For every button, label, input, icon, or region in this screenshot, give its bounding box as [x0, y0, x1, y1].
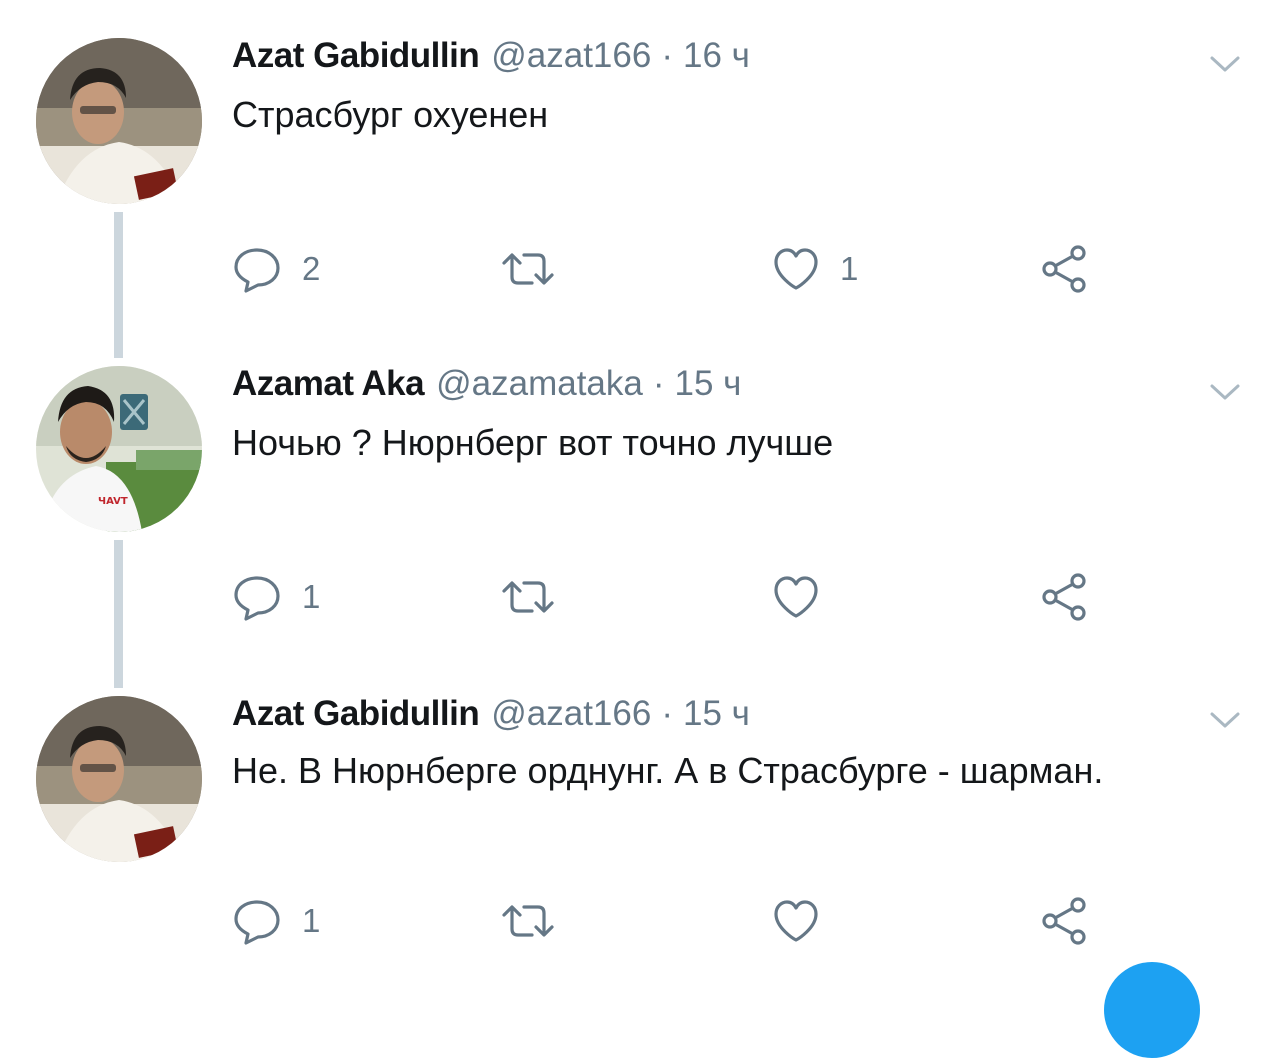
tweet-header: Azamat Aka @azamataka · 15 ч: [232, 362, 741, 406]
separator: ·: [652, 364, 665, 403]
share-icon: [1042, 897, 1086, 945]
heart-icon: [774, 248, 818, 290]
author-name[interactable]: Azat Gabidullin: [232, 692, 480, 736]
tweet[interactable]: Azat Gabidullin @azat166 · 16 ч Страсбур…: [0, 0, 1280, 358]
more-options-button[interactable]: [1208, 708, 1242, 732]
tweet-actions: 2 1: [232, 244, 1112, 294]
retweet-icon: [502, 581, 554, 613]
author-handle[interactable]: @azat166: [491, 34, 651, 78]
share-icon: [1042, 573, 1086, 621]
retweet-button[interactable]: [500, 244, 576, 294]
retweet-icon: [502, 253, 554, 285]
share-button[interactable]: [1040, 572, 1090, 622]
separator: ·: [661, 36, 673, 75]
reply-count: 1: [302, 578, 321, 615]
retweet-button[interactable]: [500, 896, 576, 946]
avatar[interactable]: ЧAVT: [36, 366, 202, 532]
chevron-down-icon: [1210, 384, 1240, 400]
tweet-actions: 1: [232, 572, 1112, 622]
svg-text:ЧAVT: ЧAVT: [98, 496, 128, 507]
thread-connector: [114, 540, 123, 688]
thread-connector: [114, 212, 123, 358]
retweet-icon: [502, 905, 554, 937]
like-button[interactable]: 1: [772, 244, 858, 294]
author-handle[interactable]: @azamataka: [436, 362, 643, 406]
separator: ·: [661, 694, 673, 733]
chevron-down-icon: [1210, 56, 1240, 72]
timestamp[interactable]: 16 ч: [683, 34, 750, 78]
tweet[interactable]: ЧAVT Azamat Aka @azamataka · 15 ч Ночью …: [0, 358, 1280, 688]
share-button[interactable]: [1040, 896, 1090, 946]
author-name[interactable]: Azamat Aka: [232, 362, 425, 406]
reply-button[interactable]: 1: [232, 572, 320, 622]
reply-button[interactable]: 2: [232, 244, 320, 294]
share-icon: [1042, 245, 1086, 293]
reply-count: 1: [302, 902, 321, 939]
heart-icon: [774, 900, 818, 942]
avatar[interactable]: [36, 38, 202, 204]
timestamp[interactable]: 15 ч: [675, 362, 742, 406]
like-count: 1: [840, 250, 859, 287]
tweet[interactable]: Azat Gabidullin @azat166 · 15 ч Не. В Ню…: [0, 688, 1280, 972]
reply-icon: [234, 248, 280, 293]
like-button[interactable]: [772, 896, 840, 946]
more-options-button[interactable]: [1208, 52, 1242, 76]
reply-icon: [234, 900, 280, 945]
more-options-button[interactable]: [1208, 380, 1242, 404]
timestamp[interactable]: 15 ч: [683, 692, 750, 736]
tweet-text: Не. В Нюрнберге орднунг. А в Страсбурге …: [232, 750, 1104, 791]
tweet-header: Azat Gabidullin @azat166 · 16 ч: [232, 34, 750, 78]
reply-count: 2: [302, 250, 321, 287]
compose-tweet-button[interactable]: [1104, 962, 1200, 1058]
heart-icon: [774, 576, 818, 618]
reply-thread: Azat Gabidullin @azat166 · 16 ч Страсбур…: [0, 0, 1280, 1058]
share-button[interactable]: [1040, 244, 1090, 294]
chevron-down-icon: [1210, 712, 1240, 728]
tweet-header: Azat Gabidullin @azat166 · 15 ч: [232, 692, 750, 736]
reply-button[interactable]: 1: [232, 896, 320, 946]
tweet-text: Страсбург охуенен: [232, 94, 549, 135]
tweet-text: Ночью ? Нюрнберг вот точно лучше: [232, 422, 834, 463]
like-button[interactable]: [772, 572, 840, 622]
author-name[interactable]: Azat Gabidullin: [232, 34, 480, 78]
retweet-button[interactable]: [500, 572, 576, 622]
tweet-actions: 1: [232, 896, 1112, 946]
avatar[interactable]: [36, 696, 202, 862]
author-handle[interactable]: @azat166: [491, 692, 651, 736]
reply-icon: [234, 576, 280, 621]
